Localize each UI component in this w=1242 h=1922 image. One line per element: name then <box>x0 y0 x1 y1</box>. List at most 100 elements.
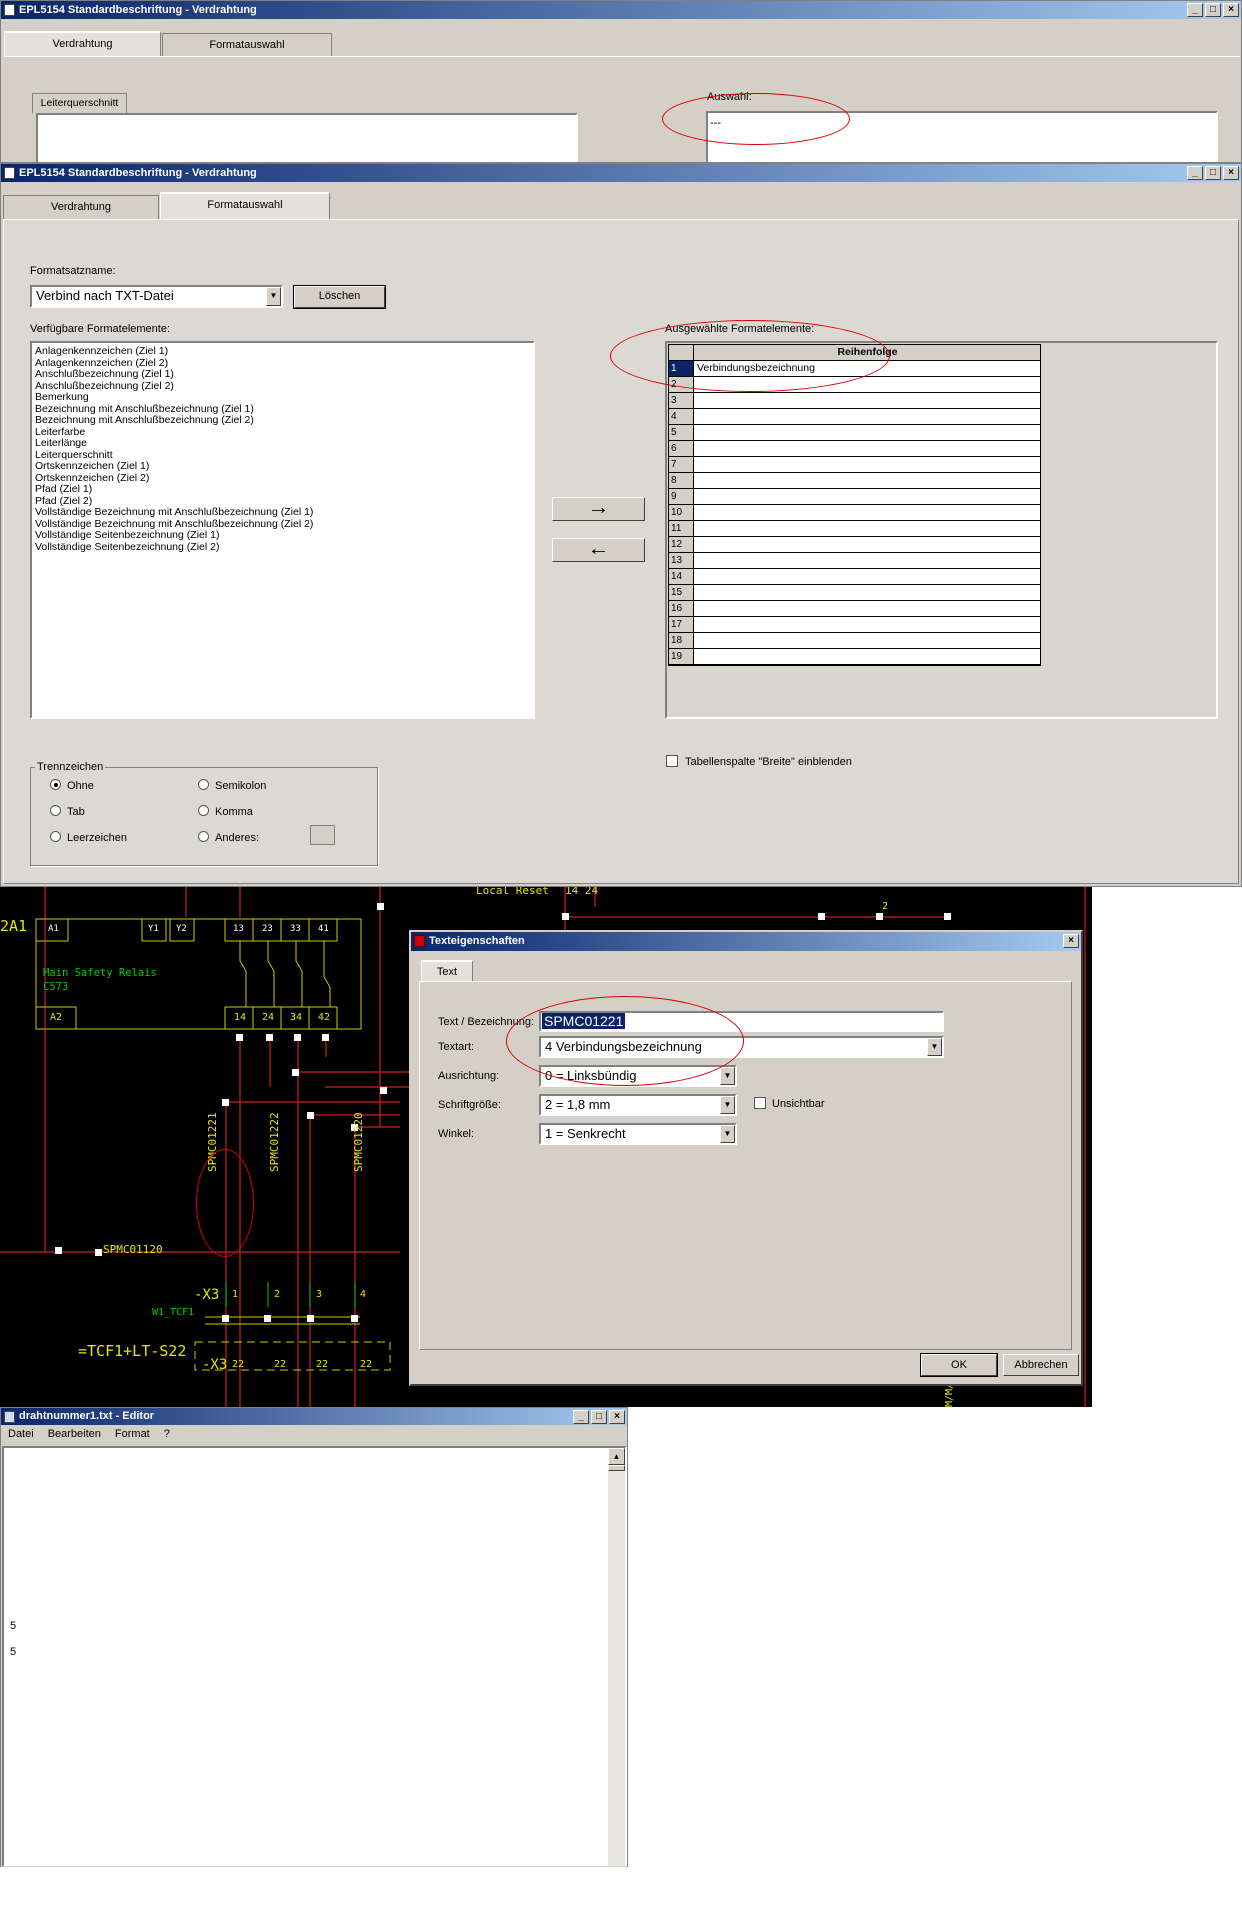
radio-space[interactable] <box>50 831 61 842</box>
tab-format[interactable]: Formatauswahl <box>160 192 330 220</box>
editor-text-area[interactable]: 5 5 ▲ <box>2 1446 627 1866</box>
vertical-scrollbar[interactable]: ▲ <box>608 1448 625 1866</box>
close-icon[interactable]: × <box>609 1410 625 1424</box>
text-type-label: Textart: <box>438 1041 475 1053</box>
grid-row-number: 17 <box>669 617 694 632</box>
menu-edit[interactable]: Bearbeiten <box>48 1425 101 1444</box>
available-list-item[interactable]: Ortskennzeichen (Ziel 1) <box>32 460 533 473</box>
grid-row[interactable]: 15 <box>669 585 1040 601</box>
close-icon[interactable]: × <box>1223 166 1239 180</box>
title-bar[interactable]: drahtnummer1.txt - Editor _ □ × <box>1 1408 627 1425</box>
maximize-icon[interactable]: □ <box>591 1410 607 1424</box>
wire-label-vertical: SPMC01222 <box>268 1112 281 1172</box>
available-list-item[interactable]: Anlagenkennzeichen (Ziel 1) <box>32 345 533 358</box>
chevron-down-icon[interactable]: ▼ <box>720 1096 735 1114</box>
angle-select[interactable]: 1 = Senkrecht ▼ <box>539 1123 737 1145</box>
window-format-tab: EPL5154 Standardbeschriftung - Verdrahtu… <box>0 163 1242 887</box>
tab-format[interactable]: Formatauswahl <box>162 33 332 57</box>
grid-row[interactable]: 10 <box>669 505 1040 521</box>
available-list-item[interactable]: Ortskennzeichen (Ziel 2) <box>32 472 533 485</box>
notepad-window: drahtnummer1.txt - Editor _ □ × Datei Bear… <box>0 1407 628 1867</box>
relay-pin-top: 41 <box>318 924 329 934</box>
tab-wiring[interactable]: Verdrahtung <box>3 195 159 219</box>
radio-none[interactable] <box>50 779 61 790</box>
grid-row-number: 9 <box>669 489 694 504</box>
available-list-item[interactable]: Bemerkung <box>32 391 533 404</box>
cross-section-box[interactable] <box>36 113 578 162</box>
available-list-item[interactable]: Pfad (Ziel 1) <box>32 483 533 496</box>
notepad-title: drahtnummer1.txt - Editor <box>19 1410 155 1422</box>
grid-row[interactable]: 14 <box>669 569 1040 585</box>
angle-label: Winkel: <box>438 1128 475 1140</box>
grid-row[interactable]: 19 <box>669 649 1040 665</box>
close-icon[interactable]: × <box>1063 934 1079 948</box>
maximize-icon[interactable]: □ <box>1205 3 1221 17</box>
menu-format[interactable]: Format <box>115 1425 150 1444</box>
chevron-down-icon[interactable]: ▼ <box>266 287 281 306</box>
grid-row[interactable]: 12 <box>669 537 1040 553</box>
ok-button[interactable]: OK <box>920 1353 998 1377</box>
radio-tab[interactable] <box>50 805 61 816</box>
chevron-down-icon[interactable]: ▼ <box>720 1067 735 1085</box>
chevron-down-icon[interactable]: ▼ <box>720 1125 735 1143</box>
grid-row[interactable]: 18 <box>669 633 1040 649</box>
grid-row[interactable]: 7 <box>669 457 1040 473</box>
grid-row[interactable]: 6 <box>669 441 1040 457</box>
tab-text[interactable]: Text <box>421 960 473 982</box>
grid-row[interactable]: 11 <box>669 521 1040 537</box>
cross-section-tab[interactable]: Leiterquerschnitt <box>32 93 127 113</box>
radio-other[interactable] <box>198 831 209 842</box>
available-list-item[interactable]: Vollständige Bezeichnung mit Anschlußbez… <box>32 506 533 519</box>
available-list-item[interactable]: Bezeichnung mit Anschlußbezeichnung (Zie… <box>32 414 533 427</box>
relay-id: 2A1 <box>0 917 28 935</box>
add-arrow-button[interactable]: → <box>552 496 645 521</box>
delete-button[interactable]: Löschen <box>293 285 386 309</box>
available-list[interactable]: Anlagenkennzeichen (Ziel 1) Anlagenkennze… <box>30 341 535 719</box>
close-icon[interactable]: × <box>1223 3 1239 17</box>
grid-row-number: 11 <box>669 521 694 536</box>
available-list-item[interactable]: Leiterlänge <box>32 437 533 450</box>
minimize-icon[interactable]: _ <box>1187 166 1203 180</box>
cancel-button[interactable]: Abbrechen <box>1003 1354 1079 1376</box>
available-list-item[interactable]: Anschlußbezeichnung (Ziel 2) <box>32 380 533 393</box>
available-list-item[interactable]: Vollständige Seitenbezeichnung (Ziel 1) <box>32 529 533 542</box>
editor-line: 5 <box>10 1646 17 1658</box>
format-name-select[interactable]: Verbind nach TXT-Datei ▼ <box>30 285 283 308</box>
grid-row[interactable]: 9 <box>669 489 1040 505</box>
grid-row[interactable]: 8 <box>669 473 1040 489</box>
available-list-item[interactable]: Vollständige Seitenbezeichnung (Ziel 2) <box>32 541 533 554</box>
title-bar[interactable]: EPL5154 Standardbeschriftung - Verdrahtu… <box>1 1 1241 19</box>
grid-row[interactable]: 13 <box>669 553 1040 569</box>
available-list-item[interactable]: Leiterfarbe <box>32 426 533 439</box>
app-icon <box>414 935 425 947</box>
minimize-icon[interactable]: _ <box>1187 3 1203 17</box>
radio-semicolon[interactable] <box>198 779 209 790</box>
show-width-checkbox[interactable] <box>666 755 678 767</box>
menu-file[interactable]: Datei <box>8 1425 34 1444</box>
grid-row[interactable]: 4 <box>669 409 1040 425</box>
grid-row[interactable]: 16 <box>669 601 1040 617</box>
menu-help[interactable]: ? <box>164 1425 170 1444</box>
maximize-icon[interactable]: □ <box>1205 166 1221 180</box>
grid-row[interactable]: 17 <box>669 617 1040 633</box>
font-size-select[interactable]: 2 = 1,8 mm ▼ <box>539 1094 737 1116</box>
terminal-number-2: 22 <box>316 1359 329 1370</box>
minimize-icon[interactable]: _ <box>573 1410 589 1424</box>
annotation-circle <box>662 93 850 145</box>
available-list-item[interactable]: Anschlußbezeichnung (Ziel 1) <box>32 368 533 381</box>
invisible-checkbox[interactable] <box>754 1097 766 1109</box>
chevron-down-icon[interactable]: ▼ <box>927 1038 942 1056</box>
grid-row[interactable]: 3 <box>669 393 1040 409</box>
grid-row[interactable]: 5 <box>669 425 1040 441</box>
scroll-up-icon[interactable]: ▲ <box>608 1448 625 1465</box>
window-title: EPL5154 Standardbeschriftung - Verdrahtu… <box>19 167 257 179</box>
title-bar[interactable]: EPL5154 Standardbeschriftung - Verdrahtu… <box>1 164 1241 182</box>
scroll-thumb[interactable] <box>608 1465 625 1471</box>
title-bar[interactable]: Texteigenschaften × <box>411 932 1081 951</box>
tab-wiring[interactable]: Verdrahtung <box>4 31 161 57</box>
other-separator-input[interactable] <box>310 825 335 845</box>
radio-comma[interactable] <box>198 805 209 816</box>
wire-label-horizontal: SPMC01120 <box>103 1243 163 1256</box>
selected-grid[interactable]: Reihenfolge 1 Verbindungsbezeichnung 2 3 4 5 6… <box>668 344 1041 666</box>
remove-arrow-button[interactable]: ← <box>552 537 645 562</box>
